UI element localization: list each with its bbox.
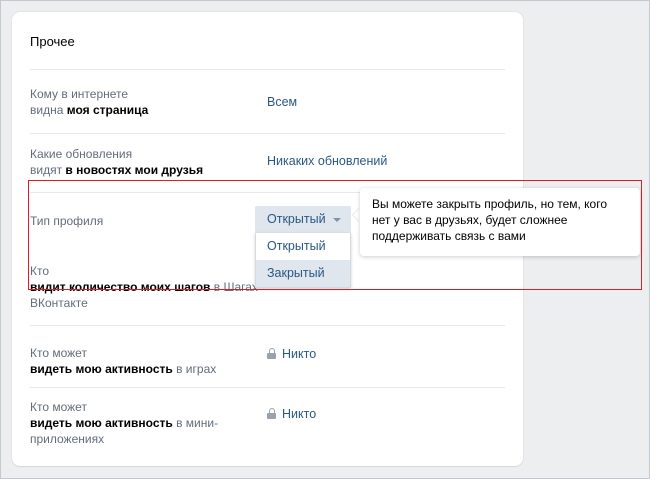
mini-apps-value-text: Никто <box>282 407 317 421</box>
steps-label: Кто видит количество моих шагов в Шагах … <box>30 263 270 311</box>
updates-label: Какие обновления видят в новостях мои др… <box>30 146 260 178</box>
tooltip-arrow <box>353 208 360 222</box>
label-prefix: видят <box>30 163 66 177</box>
label-suffix: в мини- <box>172 416 219 430</box>
chevron-down-icon <box>333 218 341 222</box>
games-value[interactable]: Никто <box>267 346 316 362</box>
lock-icon <box>267 408 276 419</box>
profile-type-label: Тип профиля <box>30 214 104 228</box>
label-line: Кто может <box>30 400 87 414</box>
mini-apps-value[interactable]: Никто <box>267 406 316 422</box>
label-bold: видеть мою активность <box>30 362 173 376</box>
mini-apps-label: Кто может видеть мою активность в мини- … <box>30 399 260 447</box>
label-line: Кто <box>30 264 50 278</box>
label-line: ВКонтакте <box>30 296 88 310</box>
label-line: Кто может <box>30 346 87 360</box>
profile-type-tooltip: Вы можете закрыть профиль, но тем, кого … <box>360 188 640 256</box>
label-suffix: в Шагах <box>210 280 258 294</box>
profile-type-dropdown[interactable]: Открытый <box>255 206 351 233</box>
label-prefix: видна <box>30 103 67 117</box>
updates-value[interactable]: Никаких обновлений <box>267 153 387 169</box>
label-suffix: в играх <box>172 362 217 376</box>
profile-type-options: Открытый Закрытый <box>255 233 351 288</box>
label-line: Какие обновления <box>30 147 133 161</box>
label-line: приложениях <box>30 432 105 446</box>
lock-icon <box>267 348 276 359</box>
games-label: Кто может видеть мою активность в играх <box>30 345 260 377</box>
label-bold: в новостях мои друзья <box>65 163 204 177</box>
label-line: Кому в интернете <box>30 87 129 101</box>
page-visibility-value[interactable]: Всем <box>267 94 297 110</box>
page-visibility-label: Кому в интернете видна моя страница <box>30 86 260 118</box>
games-value-text: Никто <box>282 347 317 361</box>
label-bold: видит количество моих шагов <box>30 280 211 294</box>
option-closed[interactable]: Закрытый <box>256 260 350 287</box>
label-bold: моя страница <box>66 103 149 117</box>
label-bold: видеть мою активность <box>30 416 173 430</box>
dropdown-selected-value: Открытый <box>267 212 326 226</box>
section-title: Прочее <box>30 34 75 49</box>
divider <box>30 387 505 388</box>
divider <box>30 133 505 134</box>
divider <box>30 69 505 70</box>
divider <box>30 325 505 326</box>
option-open[interactable]: Открытый <box>256 233 350 260</box>
